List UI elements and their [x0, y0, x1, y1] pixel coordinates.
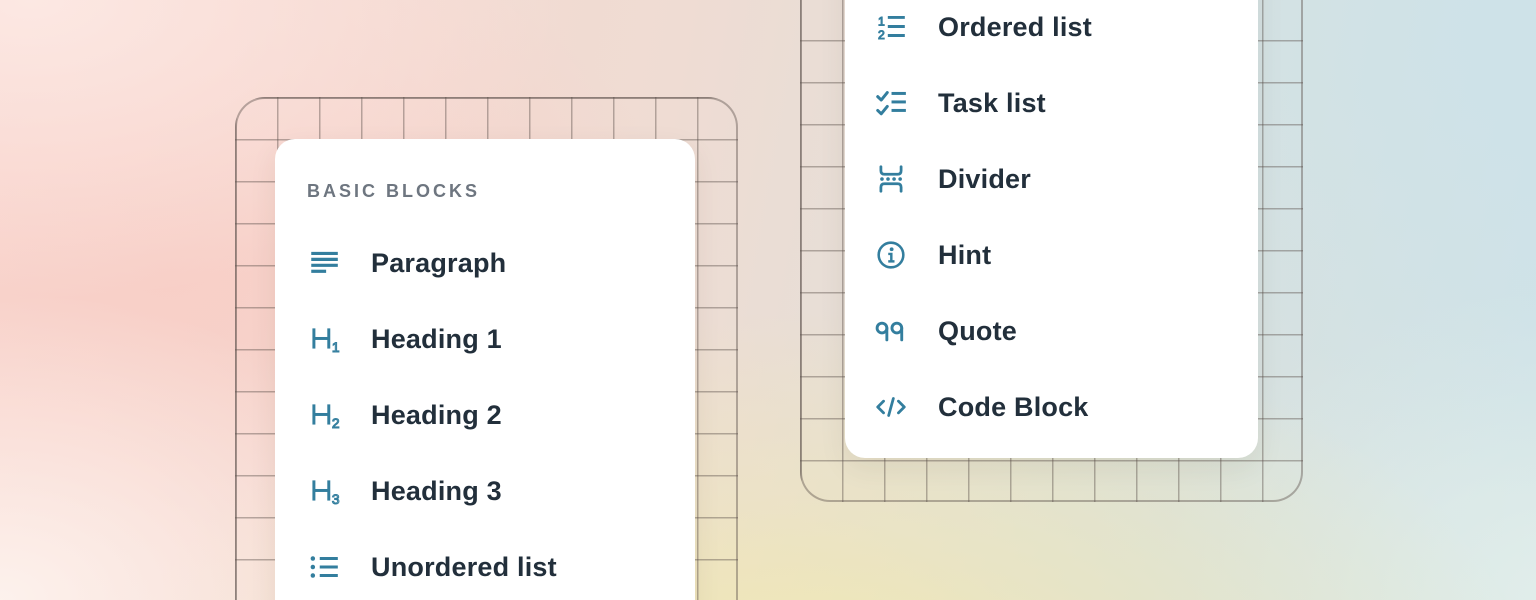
menu-item-label: Unordered list: [371, 552, 557, 583]
menu-item-label: Task list: [938, 88, 1046, 119]
menu-item-heading-3[interactable]: Heading 3: [307, 453, 695, 529]
menu-item-code-block[interactable]: Code Block: [874, 369, 1258, 445]
quote-icon: [874, 314, 908, 348]
basic-blocks-menu: Paragraph Heading 1 Heading 2 Heading 3 …: [307, 225, 695, 600]
paragraph-icon: [307, 246, 341, 280]
menu-item-heading-1[interactable]: Heading 1: [307, 301, 695, 377]
menu-item-label: Heading 1: [371, 324, 502, 355]
menu-item-label: Code Block: [938, 392, 1089, 423]
menu-item-label: Divider: [938, 164, 1031, 195]
menu-item-label: Ordered list: [938, 12, 1092, 43]
menu-item-divider[interactable]: Divider: [874, 141, 1258, 217]
menu-item-quote[interactable]: Quote: [874, 293, 1258, 369]
menu-item-label: Paragraph: [371, 248, 506, 279]
blocks-menu: Ordered list Task list Divider Hint Quot…: [874, 0, 1258, 445]
menu-item-label: Heading 2: [371, 400, 502, 431]
menu-item-task-list[interactable]: Task list: [874, 65, 1258, 141]
menu-item-label: Heading 3: [371, 476, 502, 507]
menu-item-label: Quote: [938, 316, 1017, 347]
menu-item-hint[interactable]: Hint: [874, 217, 1258, 293]
ordered-list-icon: [874, 10, 908, 44]
hint-icon: [874, 238, 908, 272]
section-label-basic-blocks: BASIC BLOCKS: [307, 181, 695, 201]
menu-item-heading-2[interactable]: Heading 2: [307, 377, 695, 453]
blocks-menu-card: Ordered list Task list Divider Hint Quot…: [845, 0, 1258, 458]
basic-blocks-menu-card: BASIC BLOCKS Paragraph Heading 1 Heading…: [275, 139, 695, 600]
divider-icon: [874, 162, 908, 196]
menu-item-unordered-list[interactable]: Unordered list: [307, 529, 695, 600]
heading-2-icon: [307, 398, 341, 432]
unordered-list-icon: [307, 550, 341, 584]
gradient-background: [0, 0, 1536, 600]
task-list-icon: [874, 86, 908, 120]
code-block-icon: [874, 390, 908, 424]
heading-3-icon: [307, 474, 341, 508]
menu-item-paragraph[interactable]: Paragraph: [307, 225, 695, 301]
heading-1-icon: [307, 322, 341, 356]
menu-item-ordered-list[interactable]: Ordered list: [874, 0, 1258, 65]
menu-item-label: Hint: [938, 240, 991, 271]
